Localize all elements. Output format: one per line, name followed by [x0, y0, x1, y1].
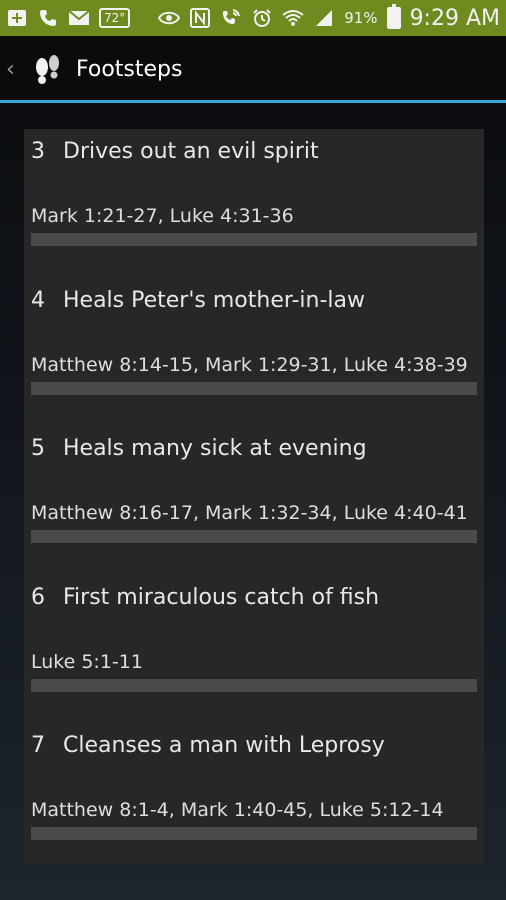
item-title-text: Heals Peter's mother-in-law [63, 287, 366, 313]
add-contact-icon [6, 7, 28, 29]
mail-icon [68, 7, 90, 29]
item-divider-bar [31, 381, 477, 395]
item-references: Matthew 8:1-4, Mark 1:40-45, Luke 5:12-1… [31, 799, 444, 821]
list-item[interactable]: 6 First miraculous catch of fish Luke 5:1… [31, 575, 477, 724]
item-title: 6 First miraculous catch of fish [31, 585, 379, 610]
item-title-text: Cleanses a man with Leprosy [63, 733, 385, 758]
item-number: 5 [31, 436, 45, 461]
battery-percent: 91% [344, 9, 378, 27]
item-references: Mark 1:21-27, Luke 4:31-36 [31, 205, 294, 227]
item-divider-bar [31, 827, 477, 840]
miracles-list: 3 Drives out an evil spirit Mark 1:21-27,… [24, 129, 484, 864]
item-references: Matthew 8:14-15, Mark 1:29-31, Luke 4:38… [31, 353, 468, 376]
list-item[interactable]: 4 Heals Peter's mother-in-law Matthew 8:1… [31, 278, 477, 427]
nfc-icon [189, 7, 211, 29]
item-divider-bar [31, 530, 477, 543]
item-number: 7 [31, 733, 45, 758]
item-title-text: Drives out an evil spirit [63, 139, 319, 164]
back-chevron-icon[interactable]: ‹ [6, 57, 20, 82]
eye-icon [158, 7, 181, 29]
item-number: 6 [31, 584, 45, 610]
signal-icon [313, 7, 335, 29]
status-bar-right: 91% 9:29 AM [158, 4, 500, 31]
item-number: 3 [31, 139, 45, 164]
wifi-icon [282, 7, 304, 29]
status-bar: 72° 91% 9:29 AM [0, 0, 506, 36]
item-divider-bar [31, 678, 477, 692]
status-bar-left: 72° [6, 7, 131, 29]
list-item[interactable]: 3 Drives out an evil spirit Mark 1:21-27,… [31, 129, 477, 278]
weather-temp-icon: 72° [99, 8, 131, 28]
item-title-text: First miraculous catch of fish [63, 584, 380, 610]
battery-icon [386, 4, 401, 29]
footprints-logo-icon[interactable] [30, 52, 64, 86]
phone-icon [37, 7, 59, 29]
item-divider-bar [31, 233, 477, 246]
action-bar-divider [0, 100, 506, 103]
alarm-icon [251, 7, 273, 29]
wifi-calling-icon [220, 7, 242, 29]
item-title-text: Heals many sick at evening [63, 436, 367, 461]
list-item[interactable]: 5 Heals many sick at evening Matthew 8:16… [31, 426, 477, 575]
action-bar: ‹ Footsteps [0, 36, 506, 102]
item-references: Matthew 8:16-17, Mark 1:32-34, Luke 4:40… [31, 502, 468, 524]
item-title: 4 Heals Peter's mother-in-law [31, 288, 365, 313]
list-item[interactable]: 7 Cleanses a man with Leprosy Matthew 8:1… [31, 723, 477, 872]
item-title: 5 Heals many sick at evening [31, 436, 367, 461]
item-title: 3 Drives out an evil spirit [31, 139, 319, 164]
item-number: 4 [31, 287, 45, 313]
item-title: 7 Cleanses a man with Leprosy [31, 733, 385, 758]
clock-time: 9:29 AM [409, 5, 500, 31]
item-references: Luke 5:1-11 [31, 650, 143, 673]
app-title: Footsteps [76, 56, 183, 82]
